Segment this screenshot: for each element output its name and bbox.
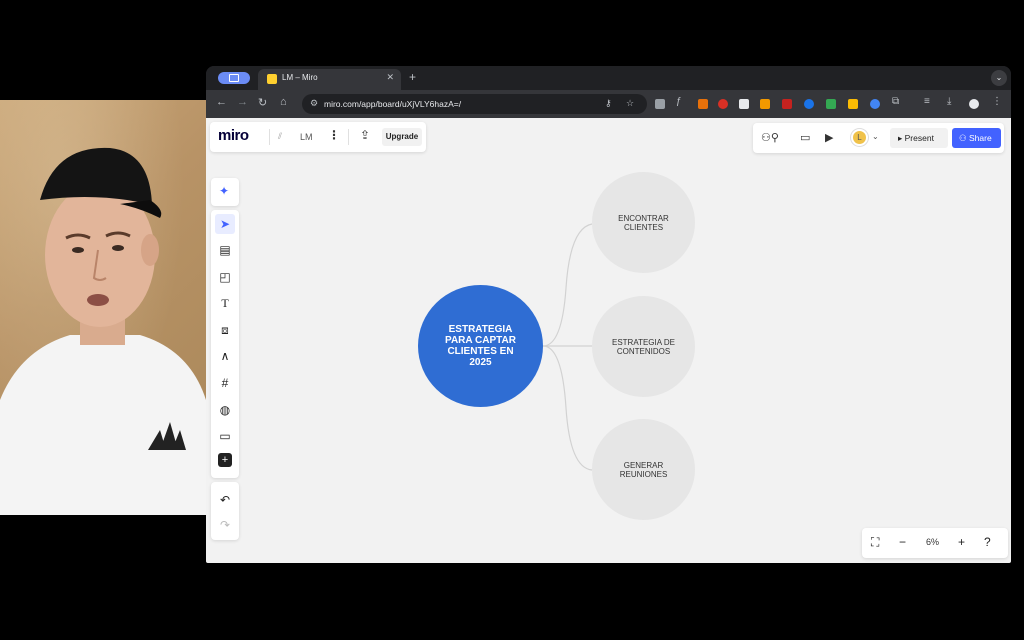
zoom-in-icon[interactable]: +: [958, 535, 965, 549]
miro-favicon-icon: [267, 74, 277, 84]
home-icon[interactable]: ⌂: [280, 96, 287, 108]
extension-bolt-icon[interactable]: [698, 99, 708, 109]
extension-green-icon[interactable]: [826, 99, 836, 109]
profile-switcher[interactable]: [218, 72, 250, 84]
forward-icon[interactable]: →: [237, 96, 248, 108]
divider: [348, 129, 349, 145]
address-bar[interactable]: ⚙ miro.com/app/board/uXjVLY6hazA=/ ⚷ ☆: [302, 94, 647, 114]
tab-strip: LM – Miro ✕ + ⌄: [206, 66, 1011, 90]
extension-yellow-icon[interactable]: [848, 99, 858, 109]
board-menu-icon[interactable]: ⋮: [328, 128, 340, 142]
extension-blue-icon[interactable]: [804, 99, 814, 109]
mindmap-child-node[interactable]: ENCONTRAR CLIENTES: [592, 172, 695, 273]
webcam-overlay: [0, 100, 206, 515]
tab-miro-board[interactable]: LM – Miro ✕: [258, 69, 401, 90]
board-name[interactable]: LM: [300, 132, 313, 142]
presenter-figure: [0, 147, 206, 515]
creation-toolbar: ➤ ▤ ◰ T ⧈ ∧ # ◍ ▭ +: [211, 210, 239, 478]
undo-icon[interactable]: ↶: [215, 490, 235, 510]
more-tools-icon[interactable]: +: [218, 453, 232, 467]
reactions-icon[interactable]: ⚇⚲: [761, 131, 779, 144]
tab-title: LM – Miro: [282, 73, 318, 82]
extension-gear-icon[interactable]: [870, 99, 880, 109]
browser-menu-icon[interactable]: ⋮: [992, 96, 1002, 107]
zoom-panel: ⛶ − 6% + ?: [862, 528, 1008, 558]
frame-tool-icon[interactable]: #: [215, 373, 235, 393]
board-icon: ⫽: [278, 131, 283, 141]
miro-logo[interactable]: miro: [218, 127, 249, 144]
extension-red-icon[interactable]: [782, 99, 792, 109]
new-tab-button[interactable]: +: [409, 70, 416, 84]
video-call-icon[interactable]: ▶: [825, 131, 833, 144]
share-button[interactable]: ⚇ Share: [952, 128, 1001, 148]
history-panel: ↶ ↷: [211, 482, 239, 540]
bookmark-star-icon[interactable]: ☆: [626, 98, 634, 109]
extension-function-icon[interactable]: ƒ: [676, 96, 682, 107]
extensions-puzzle-icon[interactable]: ⧉: [892, 96, 899, 107]
comment-tool-icon[interactable]: ▭: [215, 426, 235, 446]
browser-window: LM – Miro ✕ + ⌄ ← → ↻ ⌂ ⚙ miro.com/app/b…: [206, 66, 1011, 563]
mindmap-child-node[interactable]: ESTRATEGIA DE CONTENIDOS: [592, 296, 695, 397]
mindmap-child-node[interactable]: GENERAR REUNIONES: [592, 419, 695, 520]
extension-record-icon[interactable]: [718, 99, 728, 109]
zoom-level[interactable]: 6%: [926, 537, 939, 547]
select-tool-icon[interactable]: ➤: [215, 214, 235, 234]
share-label: Share: [968, 133, 992, 143]
chevron-down-icon[interactable]: ⌄: [872, 132, 879, 141]
extension-camera-icon[interactable]: [655, 99, 665, 109]
collaboration-panel: ⚇⚲ ▭ ▶ L ⌄ ▸ Present ⚇ Share: [753, 123, 1004, 153]
sticky-note-tool-icon[interactable]: ◰: [215, 267, 235, 287]
screen: LM – Miro ✕ + ⌄ ← → ↻ ⌂ ⚙ miro.com/app/b…: [0, 0, 1024, 640]
child-node-text: ENCONTRAR CLIENTES: [618, 213, 669, 232]
back-icon[interactable]: ←: [216, 96, 227, 108]
upgrade-button[interactable]: Upgrade: [382, 128, 422, 146]
present-label: Present: [904, 133, 934, 143]
shapes-tool-icon[interactable]: ⧈: [215, 320, 235, 340]
site-info-icon[interactable]: ⚙: [310, 98, 318, 109]
board-header-panel: miro ⫽ LM ⋮ ⇪ Upgrade: [210, 122, 426, 152]
window-icon: [229, 74, 239, 82]
extension-notion-icon[interactable]: [739, 99, 749, 109]
fit-to-screen-icon[interactable]: ⛶: [871, 535, 879, 550]
reload-icon[interactable]: ↻: [258, 96, 267, 109]
present-button[interactable]: ▸ Present: [890, 128, 948, 148]
child-node-text: GENERAR REUNIONES: [619, 460, 668, 479]
url-text[interactable]: miro.com/app/board/uXjVLY6hazA=/: [324, 99, 461, 109]
central-node-text: ESTRATEGIA PARA CAPTAR CLIENTES EN 2025: [445, 324, 516, 368]
comments-icon[interactable]: ▭: [800, 131, 810, 144]
profile-avatar-icon[interactable]: [969, 99, 979, 109]
mindmap-central-node[interactable]: ESTRATEGIA PARA CAPTAR CLIENTES EN 2025: [418, 285, 543, 407]
avatar[interactable]: L: [851, 129, 868, 146]
password-key-icon[interactable]: ⚷: [605, 98, 612, 109]
tab-groups-icon[interactable]: ≡: [924, 96, 930, 107]
color-palette-icon[interactable]: ◍: [215, 400, 235, 420]
sparkle-icon: ✦: [219, 184, 230, 198]
templates-tool-icon[interactable]: ▤: [215, 240, 235, 260]
ai-assist-button[interactable]: ✦: [211, 178, 239, 206]
tab-search-button[interactable]: ⌄: [991, 70, 1007, 86]
child-node-text: ESTRATEGIA DE CONTENIDOS: [612, 337, 675, 356]
pen-tool-icon[interactable]: ∧: [215, 346, 235, 366]
text-tool-icon[interactable]: T: [215, 293, 235, 313]
redo-icon[interactable]: ↷: [215, 515, 235, 535]
zoom-out-icon[interactable]: −: [899, 535, 906, 549]
help-icon[interactable]: ?: [984, 535, 991, 549]
tab-close-icon[interactable]: ✕: [386, 72, 394, 83]
extension-photos-icon[interactable]: [760, 99, 770, 109]
download-icon[interactable]: ⤓: [947, 96, 951, 107]
divider: [269, 129, 270, 145]
browser-toolbar: ← → ↻ ⌂ ⚙ miro.com/app/board/uXjVLY6hazA…: [206, 90, 1011, 118]
export-icon[interactable]: ⇪: [360, 128, 370, 142]
miro-board-canvas[interactable]: ESTRATEGIA PARA CAPTAR CLIENTES EN 2025 …: [206, 118, 1011, 563]
